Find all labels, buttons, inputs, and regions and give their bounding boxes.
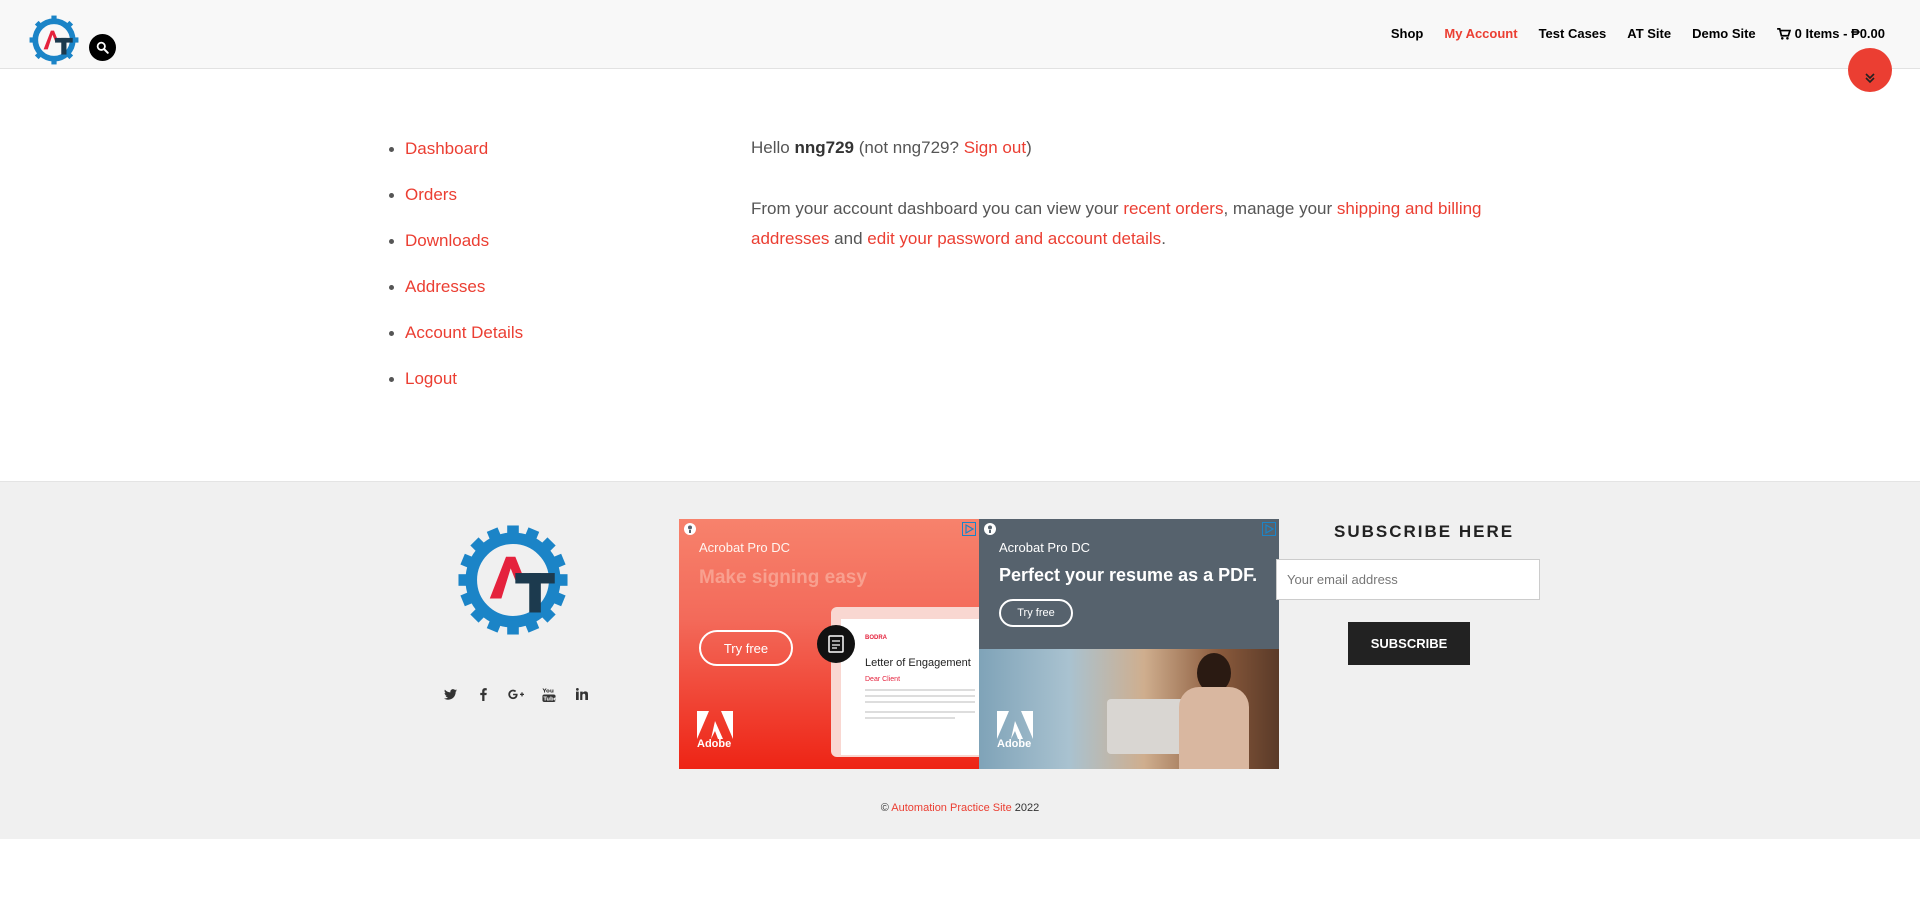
copyright-symbol: © — [880, 802, 889, 814]
social-links: You Tube — [442, 686, 590, 702]
ad2-product-name: Acrobat Pro DC — [999, 540, 1091, 555]
site-footer: You Tube Acrobat Pro DC Make signing easy… — [0, 481, 1920, 839]
google-plus-icon[interactable] — [508, 686, 524, 702]
linkedin-icon[interactable] — [574, 686, 590, 702]
ad1-doc-line — [865, 717, 955, 719]
ad-choices-icon[interactable] — [983, 522, 997, 536]
account-navigation: Dashboard Orders Downloads Addresses Acc… — [387, 133, 523, 409]
account-nav-item: Addresses — [387, 271, 523, 317]
ad-acrobat-resume[interactable]: Acrobat Pro DC Perfect your resume as a … — [979, 519, 1279, 769]
edit-account-link[interactable]: edit your password and account details — [867, 229, 1161, 248]
recent-orders-link[interactable]: recent orders — [1123, 199, 1223, 218]
nav-at-site[interactable]: AT Site — [1627, 26, 1671, 41]
ad1-doc-title: Letter of Engagement — [865, 657, 971, 669]
account-nav-downloads[interactable]: Downloads — [405, 231, 489, 250]
ad-info-icon[interactable] — [962, 522, 976, 536]
account-nav-orders[interactable]: Orders — [405, 185, 457, 204]
ad1-doc-line — [865, 701, 975, 703]
sign-out-link[interactable]: Sign out — [964, 138, 1026, 157]
ad2-headline: Perfect your resume as a PDF. — [999, 565, 1258, 585]
ad1-brand: Adobe — [697, 738, 732, 750]
account-dashboard-content: Hello nng729 (not nng729? Sign out) From… — [751, 133, 1491, 285]
footer-logo[interactable] — [455, 518, 571, 642]
account-nav-item: Downloads — [387, 225, 523, 271]
ad-info-icon[interactable] — [1262, 522, 1276, 536]
ad1-doc-brand: BODRA — [865, 635, 887, 641]
account-nav-addresses[interactable]: Addresses — [405, 277, 485, 296]
intro-text: From your account dashboard you can view… — [751, 199, 1119, 218]
ad1-doc-line — [865, 711, 975, 713]
username: nng729 — [794, 138, 855, 157]
account-nav-dashboard[interactable]: Dashboard — [405, 139, 488, 158]
nav-shop[interactable]: Shop — [1391, 26, 1424, 41]
not-user-text: (not nng729? — [858, 138, 959, 157]
ad1-try-free-button[interactable]: Try free — [699, 630, 793, 666]
document-sign-icon — [828, 635, 844, 653]
subscribe-email-input[interactable] — [1276, 559, 1540, 600]
ad1-document-preview: BODRA Letter of Engagement Dear Client — [841, 619, 979, 755]
ad-acrobat-signing[interactable]: Acrobat Pro DC Make signing easy BODRA L… — [679, 519, 979, 769]
and-text: and — [834, 229, 863, 248]
site-header: Shop My Account Test Cases AT Site Demo … — [0, 0, 1920, 69]
scroll-toggle-button[interactable] — [1848, 48, 1892, 92]
copyright-year: 2022 — [1014, 802, 1040, 814]
dashboard-intro: From your account dashboard you can view… — [751, 194, 1491, 254]
svg-text:Tube: Tube — [543, 696, 556, 701]
account-nav-account-details[interactable]: Account Details — [405, 323, 523, 342]
facebook-icon[interactable] — [475, 686, 491, 702]
ad-choices-icon[interactable] — [683, 522, 697, 536]
ad2-brand: Adobe — [997, 738, 1032, 750]
cart-label: 0 Items - ₱0.00 — [1794, 26, 1885, 41]
subscribe-button[interactable]: SUBSCRIBE — [1348, 622, 1470, 665]
ad1-product-name: Acrobat Pro DC — [699, 540, 791, 555]
ad1-doc-line — [865, 689, 975, 691]
cart-icon — [1776, 27, 1791, 40]
youtube-icon[interactable]: You Tube — [541, 686, 557, 702]
account-nav-item: Account Details — [387, 317, 523, 363]
ad1-headline: Make signing easy — [699, 567, 867, 588]
period-text: . — [1161, 229, 1166, 248]
subscribe-title: SUBSCRIBE HERE — [1334, 522, 1515, 541]
close-paren: ) — [1026, 138, 1032, 157]
account-nav-item: Dashboard — [387, 133, 523, 179]
account-nav-item: Orders — [387, 179, 523, 225]
greeting: Hello nng729 (not nng729? Sign out) — [751, 133, 1491, 163]
nav-my-account[interactable]: My Account — [1444, 26, 1517, 41]
site-name-link[interactable]: Automation Practice Site — [891, 802, 1011, 814]
site-logo[interactable] — [28, 14, 80, 66]
twitter-icon[interactable] — [442, 686, 458, 702]
svg-text:You: You — [542, 688, 554, 694]
ad2-photo-person-body — [1179, 687, 1249, 769]
search-button[interactable] — [89, 34, 116, 61]
greeting-hello: Hello — [751, 138, 790, 157]
search-icon — [96, 41, 109, 54]
ad1-doc-salutation: Dear Client — [865, 676, 901, 683]
account-nav-logout[interactable]: Logout — [405, 369, 457, 388]
ad2-try-free-button[interactable]: Try free — [999, 599, 1073, 627]
double-chevron-down-icon — [1865, 73, 1875, 84]
ad1-doc-line — [865, 695, 975, 697]
account-nav-item: Logout — [387, 363, 523, 409]
copyright: © Automation Practice Site 2022 — [0, 802, 1920, 814]
nav-test-cases[interactable]: Test Cases — [1539, 26, 1607, 41]
ad1-sign-badge — [817, 625, 855, 663]
main-nav: Shop My Account Test Cases AT Site Demo … — [1391, 26, 1885, 41]
nav-demo-site[interactable]: Demo Site — [1692, 26, 1756, 41]
manage-text: , manage your — [1223, 199, 1333, 218]
nav-cart[interactable]: 0 Items - ₱0.00 — [1776, 26, 1885, 41]
